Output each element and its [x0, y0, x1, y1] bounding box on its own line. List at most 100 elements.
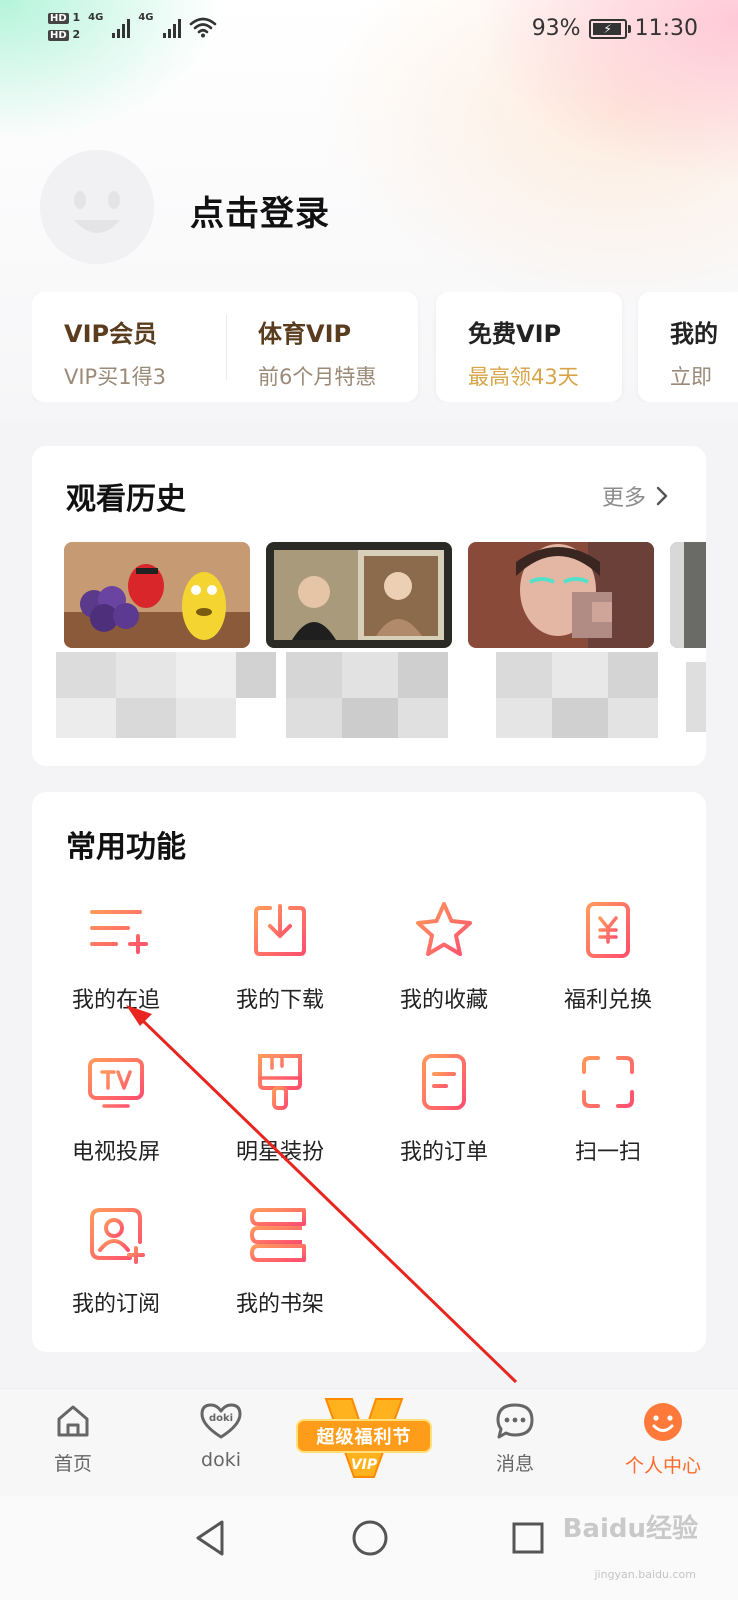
vip-member-subtitle: VIP买1得3	[64, 365, 166, 389]
net2-label: 4G	[138, 12, 154, 23]
hd1-label: HD	[48, 13, 69, 24]
baidu-watermark-url: jingyan.baidu.com	[594, 1568, 696, 1581]
star-icon	[416, 902, 472, 956]
signal2-icon	[162, 16, 181, 38]
nav-profile[interactable]: 个人中心	[608, 1401, 718, 1478]
history-thumbnail-2[interactable]	[266, 542, 452, 648]
scan-icon	[582, 1056, 634, 1108]
my-vip-subtitle: 立即	[670, 365, 712, 389]
history-thumbnail-1[interactable]	[64, 542, 250, 648]
nav-doki-label: doki	[201, 1449, 241, 1471]
hd1-num: 1	[72, 11, 81, 24]
default-avatar-face-icon	[40, 150, 154, 264]
hd2-num: 2	[72, 28, 81, 41]
coupon-yen-icon	[586, 902, 630, 958]
history-thumbnail-4[interactable]	[670, 542, 706, 648]
nav-messages-label: 消息	[495, 1453, 534, 1475]
status-right: 93% ⚡ 11:30	[532, 16, 698, 41]
login-button[interactable]: 点击登录	[190, 186, 330, 235]
hd2-icon: HD 2	[48, 29, 80, 42]
my-following-label: 我的在追	[71, 988, 160, 1013]
nav-home[interactable]: 首页	[18, 1401, 128, 1476]
cartoon-larva-thumbnail	[64, 542, 250, 648]
order-icon	[422, 1054, 466, 1110]
rewards-exchange-button[interactable]: 福利兑换	[524, 898, 692, 1028]
super-welfare-festival-button[interactable]: 超级福利节 VIP	[296, 1395, 432, 1485]
my-downloads-label: 我的下载	[235, 988, 324, 1013]
paint-brush-icon	[258, 1054, 302, 1110]
chevron-right-icon	[656, 486, 668, 506]
promo-label: 超级福利节	[296, 1419, 432, 1453]
message-bubble-icon	[496, 1403, 534, 1439]
sports-vip-subtitle: 前6个月特惠	[258, 365, 377, 389]
sports-vip-item[interactable]: 体育VIP 前6个月特惠	[258, 314, 376, 391]
my-bookshelf-label: 我的书架	[235, 1292, 324, 1317]
history-more-button[interactable]: 更多	[602, 480, 670, 512]
partial-thumbnail	[670, 542, 706, 648]
free-vip-subtitle: 最高领43天	[468, 365, 579, 389]
hd1-icon: HD 1	[48, 12, 80, 25]
doki-heart-icon: doki	[200, 1403, 242, 1439]
free-vip-item[interactable]: 免费VIP 最高领43天	[468, 314, 579, 391]
nav-messages[interactable]: 消息	[460, 1401, 570, 1476]
history-thumbnails	[64, 542, 706, 652]
tv-cast-label: 电视投屏	[71, 1140, 160, 1165]
status-bar: HD 1 HD 2 4G 4G 93% ⚡ 11:30	[0, 0, 738, 60]
subscription-icon	[90, 1208, 145, 1264]
history-more-label: 更多	[601, 486, 646, 511]
my-downloads-button[interactable]: 我的下载	[196, 898, 364, 1028]
my-subscriptions-button[interactable]: 我的订阅	[32, 1202, 200, 1332]
nav-profile-label: 个人中心	[624, 1455, 701, 1477]
divider	[226, 314, 227, 380]
my-favorites-label: 我的收藏	[399, 988, 488, 1013]
doki-badge-text: doki	[209, 1413, 233, 1424]
my-vip-item[interactable]: 我的 立即	[670, 314, 718, 391]
vip-member-title: VIP会员	[64, 320, 158, 348]
vip-card-strip[interactable]: VIP会员 VIP买1得3 体育VIP 前6个月特惠 免费VIP 最高领43天 …	[32, 292, 738, 402]
download-icon	[254, 904, 306, 956]
my-bookshelf-button[interactable]: 我的书架	[196, 1202, 364, 1332]
free-vip-title: 免费VIP	[468, 320, 562, 348]
wifi-icon	[189, 17, 216, 38]
rewards-exchange-label: 福利兑换	[563, 988, 652, 1013]
my-orders-label: 我的订单	[399, 1140, 488, 1165]
crying-actress-thumbnail	[468, 542, 654, 648]
tv-cast-icon	[88, 1058, 144, 1108]
drama-show-thumbnail	[266, 542, 452, 648]
history-titles-pixelated	[56, 652, 706, 744]
home-circle-icon[interactable]	[350, 1518, 390, 1558]
battery-percent: 93%	[531, 16, 581, 41]
clock: 11:30	[634, 16, 698, 41]
bottom-navigation: 首页 doki doki 超级福利节 VIP 消息 个人中心	[0, 1388, 738, 1496]
hd-indicators: HD 1 HD 2	[48, 12, 80, 42]
follow-list-icon	[90, 910, 148, 954]
promo-vip-label: VIP	[350, 1457, 378, 1473]
back-triangle-icon[interactable]	[192, 1518, 228, 1558]
charging-bolt-icon: ⚡	[603, 21, 612, 36]
star-dressup-button[interactable]: 明星装扮	[196, 1050, 364, 1180]
nav-doki[interactable]: doki doki	[166, 1401, 276, 1471]
scan-label: 扫一扫	[574, 1140, 641, 1165]
tv-cast-button[interactable]: 电视投屏	[32, 1050, 200, 1180]
net1-label: 4G	[88, 12, 104, 23]
bookshelf-icon	[250, 1208, 306, 1262]
vip-member-item[interactable]: VIP会员 VIP买1得3	[64, 314, 166, 391]
common-functions-title: 常用功能	[66, 830, 186, 865]
recents-square-icon[interactable]	[510, 1518, 546, 1558]
history-thumbnail-3[interactable]	[468, 542, 654, 648]
hd2-label: HD	[48, 30, 69, 41]
status-left: HD 1 HD 2 4G 4G	[48, 12, 217, 42]
my-favorites-button[interactable]: 我的收藏	[360, 898, 528, 1028]
my-orders-button[interactable]: 我的订单	[360, 1050, 528, 1180]
sports-vip-title: 体育VIP	[258, 320, 352, 348]
watch-history-title: 观看历史	[66, 482, 186, 517]
common-functions-card: 常用功能 我的在追 我的下载 我的收藏 福利兑换 电视投屏 明星装扮 我的订单 …	[32, 792, 706, 1352]
star-dressup-label: 明星装扮	[235, 1140, 324, 1165]
baidu-watermark: Baidu经验	[562, 1514, 698, 1544]
scan-button[interactable]: 扫一扫	[524, 1050, 692, 1180]
my-following-button[interactable]: 我的在追	[32, 898, 200, 1028]
nav-home-label: 首页	[53, 1453, 92, 1475]
avatar[interactable]	[40, 150, 154, 264]
my-vip-title: 我的	[670, 320, 718, 348]
signal1-icon	[112, 16, 131, 38]
